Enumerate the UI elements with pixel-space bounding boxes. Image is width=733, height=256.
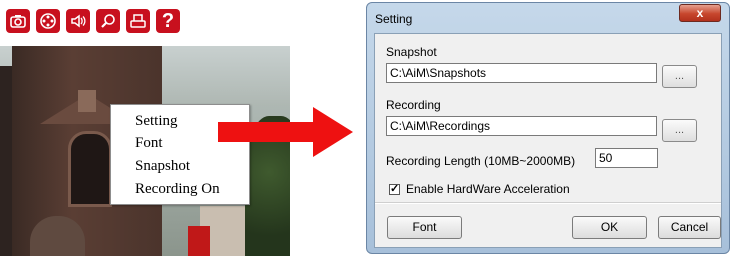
menu-item-snapshot[interactable]: Snapshot (135, 158, 190, 175)
print-button[interactable] (126, 9, 150, 33)
help-icon: ? (161, 10, 175, 32)
snapshot-button[interactable] (6, 9, 30, 33)
menu-item-setting[interactable]: Setting (135, 113, 178, 130)
record-reel-icon (40, 13, 56, 29)
snapshot-label: Snapshot (386, 45, 437, 59)
menu-item-recording-on[interactable]: Recording On (135, 181, 220, 198)
camera-icon (10, 15, 26, 28)
cancel-button[interactable]: Cancel (658, 216, 721, 239)
zoom-icon (101, 14, 115, 28)
record-button[interactable] (36, 9, 60, 33)
speaker-icon (71, 14, 86, 28)
ok-button[interactable]: OK (572, 216, 647, 239)
printer-icon (130, 14, 146, 28)
snapshot-path-field[interactable]: C:\AiM\Snapshots (386, 63, 657, 83)
snapshot-browse-button[interactable]: ... (662, 65, 697, 88)
close-icon: x (696, 6, 704, 20)
recording-path-field[interactable]: C:\AiM\Recordings (386, 116, 657, 136)
dialog-client: Snapshot C:\AiM\Snapshots ... Recording … (374, 33, 722, 248)
font-button[interactable]: Font (387, 216, 462, 239)
settings-dialog: Setting x Snapshot C:\AiM\Snapshots ... … (366, 2, 730, 254)
recording-browse-button[interactable]: ... (662, 119, 697, 142)
dialog-title: Setting (375, 12, 413, 26)
menu-item-font[interactable]: Font (135, 135, 163, 152)
dialog-separator (375, 202, 721, 204)
hw-accel-checkbox[interactable]: ✓ (389, 184, 400, 195)
arrow-right-icon (218, 107, 353, 157)
recording-length-label: Recording Length (10MB~2000MB) (386, 154, 576, 168)
help-button[interactable]: ? (156, 9, 180, 33)
recording-length-field[interactable]: 50 (595, 148, 658, 168)
recording-label: Recording (386, 98, 441, 112)
close-button[interactable]: x (679, 4, 721, 22)
audio-button[interactable] (66, 9, 90, 33)
zoom-button[interactable] (96, 9, 120, 33)
hw-accel-label: Enable HardWare Acceleration (406, 182, 570, 196)
toolbar: ? (6, 9, 180, 33)
